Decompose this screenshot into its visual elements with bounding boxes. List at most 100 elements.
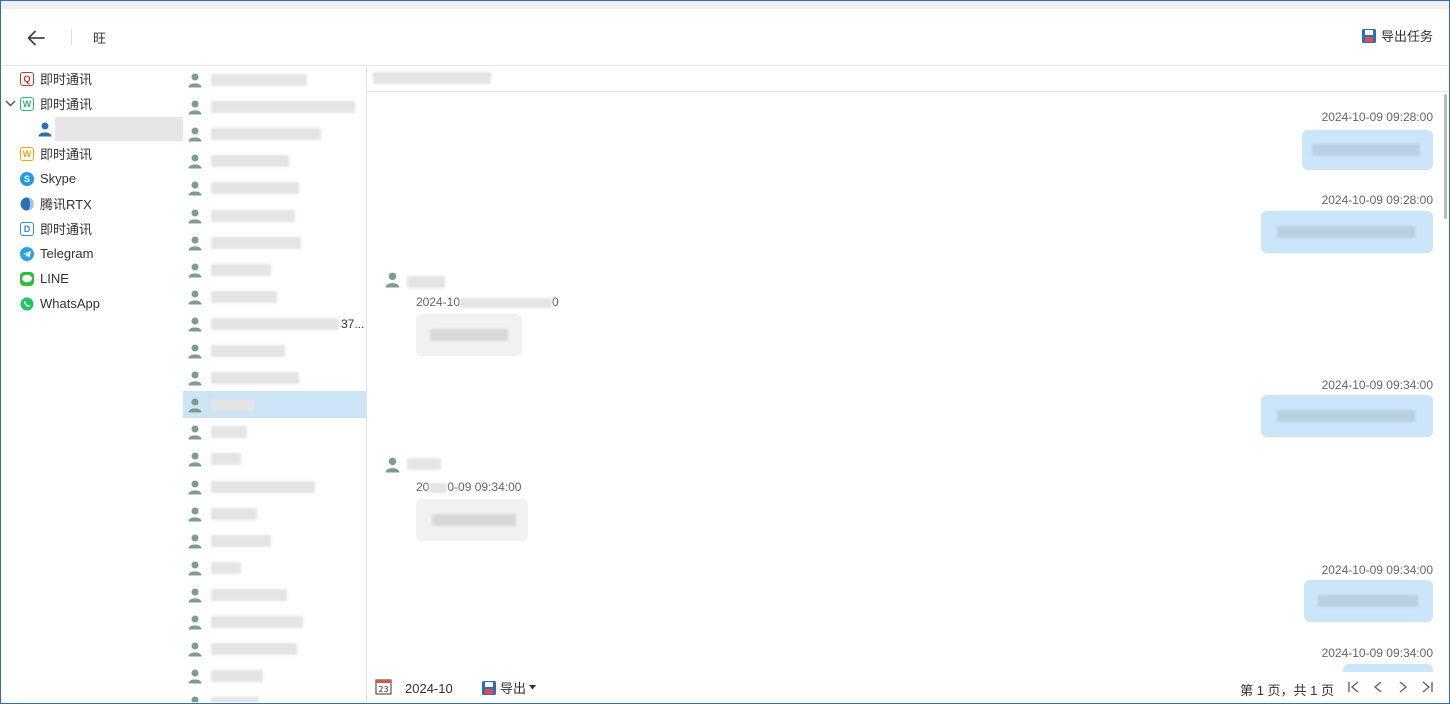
sidebar-item-telegram[interactable]: Telegram xyxy=(1,241,183,266)
contact-item[interactable] xyxy=(183,635,366,662)
contact-name-redacted xyxy=(211,344,285,357)
message-bubble-out[interactable] xyxy=(1304,580,1433,622)
contact-item[interactable] xyxy=(183,120,366,147)
save-disk-icon xyxy=(1361,28,1376,43)
sidebar-item-line[interactable]: LINE xyxy=(1,266,183,291)
svg-text:23: 23 xyxy=(378,685,388,694)
contact-item[interactable] xyxy=(183,391,366,418)
date-selector[interactable]: 2024-10 xyxy=(405,681,453,696)
message-bubble-out[interactable] xyxy=(1343,664,1433,672)
caret-down-icon xyxy=(529,685,537,690)
sidebar-item-wangwang[interactable]: W 即时通讯 xyxy=(1,141,183,166)
contact-avatar-icon xyxy=(188,534,202,548)
message-bubble-out[interactable] xyxy=(1261,395,1433,437)
calendar-icon[interactable]: 23 xyxy=(375,678,392,695)
sidebar-item-account[interactable] xyxy=(1,116,183,141)
contact-name-redacted xyxy=(211,615,303,628)
first-page-button[interactable] xyxy=(1346,678,1362,696)
contact-item[interactable] xyxy=(183,554,366,581)
contact-item[interactable] xyxy=(183,174,366,201)
back-button[interactable] xyxy=(23,25,49,51)
contact-item[interactable] xyxy=(183,500,366,527)
export-dropdown-button[interactable]: 导出 xyxy=(481,678,537,697)
chat-panel: 2024-10-09 09:28:00 2024-10-09 09:28:00 … xyxy=(367,66,1448,672)
message-text-redacted xyxy=(1277,226,1415,238)
contact-item[interactable] xyxy=(183,581,366,608)
contact-item[interactable] xyxy=(183,229,366,256)
contact-avatar-icon xyxy=(188,398,202,412)
contact-item[interactable] xyxy=(183,256,366,283)
chevron-down-icon[interactable] xyxy=(1,97,20,111)
line-icon xyxy=(20,271,34,286)
chat-scrollbar[interactable] xyxy=(1444,94,1447,219)
contact-item[interactable] xyxy=(183,445,366,472)
contact-avatar-icon xyxy=(188,73,202,87)
contact-name-redacted xyxy=(211,317,339,330)
whatsapp-icon xyxy=(20,297,34,310)
export-task-button[interactable]: 导出任务 xyxy=(1361,26,1433,45)
message-bubble-out[interactable] xyxy=(1302,130,1433,170)
prev-page-button[interactable] xyxy=(1370,678,1386,696)
last-page-icon xyxy=(1422,681,1433,693)
contact-item[interactable] xyxy=(183,473,366,500)
contact-avatar-icon xyxy=(385,457,400,473)
contact-avatar-icon xyxy=(188,588,202,602)
contact-item[interactable] xyxy=(183,418,366,445)
telegram-icon xyxy=(20,246,34,261)
contact-avatar-icon xyxy=(188,642,202,656)
sidebar-item-rtx[interactable]: 腾讯RTX xyxy=(1,191,183,216)
contact-item[interactable] xyxy=(183,527,366,554)
contact-name-redacted xyxy=(211,236,301,249)
contact-avatar-icon xyxy=(188,425,202,439)
contact-avatar-icon xyxy=(188,507,202,521)
contact-item[interactable] xyxy=(183,66,366,93)
sidebar-item-skype[interactable]: S Skype xyxy=(1,166,183,191)
message-text-redacted xyxy=(430,329,508,341)
export-label: 导出 xyxy=(500,681,527,696)
message-text-redacted xyxy=(1312,144,1420,156)
contact-name-redacted xyxy=(211,263,271,276)
contact-item[interactable]: 37... xyxy=(183,310,366,337)
sidebar-item-whatsapp[interactable]: WhatsApp xyxy=(1,291,183,316)
sidebar-item-wechat-work[interactable]: W 即时通讯 xyxy=(1,91,183,116)
contact-item[interactable] xyxy=(183,608,366,635)
contact-avatar-icon xyxy=(188,371,202,385)
qq-icon: Q xyxy=(20,71,34,86)
sidebar-item-dingtalk[interactable]: D 即时通讯 xyxy=(1,216,183,241)
contact-avatar-icon xyxy=(188,154,202,168)
message-bubble-out[interactable] xyxy=(1261,211,1433,253)
contact-item[interactable] xyxy=(183,202,366,229)
contact-avatar-icon xyxy=(188,263,202,277)
contact-item[interactable] xyxy=(183,662,366,689)
message-bubble-in[interactable] xyxy=(416,499,528,541)
message-text-redacted xyxy=(432,514,516,526)
chat-header xyxy=(367,66,1448,92)
next-page-button[interactable] xyxy=(1395,678,1411,696)
contact-name-redacted xyxy=(211,480,315,493)
message-text-redacted xyxy=(1318,595,1418,607)
contact-item[interactable] xyxy=(183,689,366,702)
contact-name-redacted xyxy=(211,669,263,682)
contact-avatar-icon xyxy=(385,272,400,288)
contact-name-redacted xyxy=(211,398,255,411)
contact-avatar-icon xyxy=(188,344,202,358)
last-page-button[interactable] xyxy=(1419,678,1435,696)
export-task-label: 导出任务 xyxy=(1380,29,1433,44)
contact-name-redacted xyxy=(211,73,307,86)
contact-avatar-icon xyxy=(188,100,202,114)
contact-name-redacted xyxy=(211,534,271,547)
contact-name-redacted xyxy=(211,290,277,303)
header-bar: 旺 导出任务 xyxy=(1,9,1449,66)
message-bubble-in[interactable] xyxy=(416,314,522,356)
contact-name-redacted xyxy=(211,209,295,222)
sidebar-item-qq[interactable]: Q 即时通讯 xyxy=(1,66,183,91)
save-disk-icon xyxy=(482,680,496,695)
contact-item[interactable] xyxy=(183,283,366,310)
contact-item[interactable] xyxy=(183,147,366,174)
contact-item[interactable] xyxy=(183,364,366,391)
contact-item[interactable] xyxy=(183,93,366,120)
contact-name-redacted xyxy=(211,154,289,167)
contact-name-redacted xyxy=(211,181,299,194)
contact-item[interactable] xyxy=(183,337,366,364)
message-text-redacted xyxy=(1277,410,1415,422)
